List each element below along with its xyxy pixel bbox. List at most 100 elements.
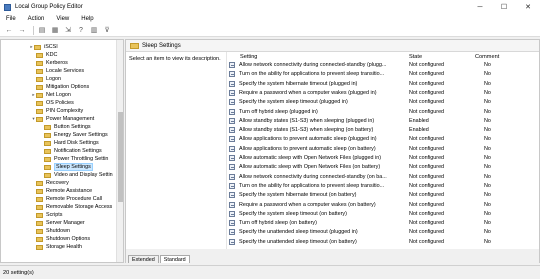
setting-row[interactable]: Specify the system hibernate timeout (on… (227, 191, 537, 199)
back-arrow-icon[interactable]: ← (4, 25, 14, 35)
policy-setting-icon (229, 220, 235, 227)
folder-icon (36, 204, 43, 210)
tree-item[interactable]: Energy Saver Settings (1, 131, 117, 139)
properties-icon[interactable]: ▦ (50, 25, 60, 35)
tree-item[interactable]: Locale Services (1, 67, 117, 75)
setting-name: Allow network connectivity during connec… (239, 62, 387, 68)
tree-item[interactable]: Removable Storage Access (1, 203, 117, 211)
tree-item-label: Net Logon (46, 92, 71, 98)
export-list-icon[interactable]: ⇲ (63, 25, 73, 35)
filter-icon[interactable]: ⊽ (102, 25, 112, 35)
maximize-button[interactable]: ☐ (492, 0, 516, 14)
tree-item[interactable]: Logon (1, 75, 117, 83)
setting-name: Specify the unattended sleep timeout (on… (239, 238, 357, 245)
setting-row[interactable]: Allow applications to prevent automatic … (227, 135, 537, 143)
policy-setting-icon (229, 192, 235, 199)
setting-row[interactable]: Specify the unattended sleep timeout (pl… (227, 228, 537, 236)
tree-item-label: Power Management (46, 116, 95, 122)
menu-view[interactable]: View (56, 16, 69, 22)
tree-item-label: Locale Services (46, 68, 85, 74)
tree-scrollbar-thumb[interactable] (118, 112, 123, 202)
setting-row[interactable]: Turn on the ability for applications to … (227, 70, 537, 78)
policy-setting-icon (229, 145, 235, 152)
show-hide-tree-icon[interactable]: ▤ (37, 25, 47, 35)
tree-item[interactable]: Kerberos (1, 59, 117, 67)
setting-row[interactable]: Specify the unattended sleep timeout (on… (227, 238, 537, 246)
tree-scrollbar[interactable] (116, 40, 123, 262)
forward-arrow-icon[interactable]: → (17, 25, 27, 35)
policy-setting-icon (229, 238, 235, 245)
tree-item-label: Scripts (46, 212, 63, 218)
tree-item-label: Notification Settings (54, 148, 102, 154)
setting-row[interactable]: Specify the system hibernate timeout (pl… (227, 80, 537, 88)
tab-standard[interactable]: Standard (159, 255, 190, 263)
tree-item[interactable]: ▾ Power Management (1, 115, 117, 123)
tree-item[interactable]: Remote Assistance (1, 187, 117, 195)
navigation-tree[interactable]: ▸ iSCSI KDC Kerberos Locale Services Logon Mit… (0, 39, 124, 263)
setting-row[interactable]: Allow applications to prevent automatic … (227, 145, 537, 153)
setting-row[interactable]: Turn on the ability for applications to … (227, 182, 537, 190)
tree-item[interactable]: Sleep Settings (1, 163, 117, 171)
setting-row[interactable]: Allow automatic sleep with Open Network … (227, 163, 537, 171)
tree-item[interactable]: Mitigation Options (1, 83, 117, 91)
setting-comment: No (484, 136, 491, 143)
tree-item[interactable]: Scripts (1, 211, 117, 219)
folder-icon (34, 44, 41, 50)
tree-item[interactable]: Video and Display Settin (1, 171, 117, 179)
tree-item[interactable]: Hard Disk Settings (1, 139, 117, 147)
tree-item[interactable]: ▸ iSCSI (1, 43, 117, 51)
close-button[interactable]: ✕ (516, 0, 540, 14)
tree-item[interactable]: Button Settings (1, 123, 117, 131)
policy-setting-icon (229, 229, 235, 236)
tab-extended[interactable]: Extended (128, 255, 159, 263)
tree-item[interactable]: Shutdown Options (1, 235, 117, 243)
tree-item-label: iSCSI (44, 44, 58, 50)
setting-row[interactable]: Allow automatic sleep with Open Network … (227, 154, 537, 162)
folder-icon (36, 76, 43, 82)
setting-state: Enabled (409, 127, 429, 134)
tree-item[interactable]: Shutdown (1, 227, 117, 235)
setting-state: Not configured (409, 229, 445, 236)
show-hide-action-pane-icon[interactable]: ▥ (89, 25, 99, 35)
setting-row[interactable]: Allow standby states (S1-S3) when sleepi… (227, 126, 537, 134)
setting-comment: No (484, 108, 491, 115)
window-controls: ─ ☐ ✕ (468, 0, 540, 14)
setting-name: Allow automatic sleep with Open Network … (239, 155, 382, 161)
menu-bar: File Action View Help (0, 14, 540, 24)
setting-state: Not configured (409, 182, 445, 189)
tree-item[interactable]: ▸ Net Logon (1, 91, 117, 99)
tree-item-label: Energy Saver Settings (54, 132, 108, 138)
setting-state: Not configured (409, 145, 445, 152)
setting-state: Not configured (409, 210, 445, 217)
setting-row[interactable]: Require a password when a computer wakes… (227, 89, 537, 97)
tree-item[interactable]: PIN Complexity (1, 107, 117, 115)
tree-item[interactable]: Remote Procedure Call (1, 195, 117, 203)
minimize-button[interactable]: ─ (468, 0, 492, 14)
tree-item[interactable]: Recovery (1, 179, 117, 187)
setting-row[interactable]: Allow network connectivity during connec… (227, 173, 537, 181)
setting-name: Specify the system hibernate timeout (on… (239, 192, 357, 199)
menu-file[interactable]: File (6, 16, 16, 22)
setting-comment: No (484, 80, 491, 87)
setting-row[interactable]: Allow network connectivity during connec… (227, 61, 537, 69)
setting-row[interactable]: Specify the system sleep timeout (on bat… (227, 210, 537, 218)
setting-row[interactable]: Allow standby states (S1-S3) when sleepi… (227, 117, 537, 125)
setting-state: Not configured (409, 71, 445, 78)
tree-item[interactable]: Notification Settings (1, 147, 117, 155)
tree-item[interactable]: Storage Health (1, 243, 117, 251)
setting-row[interactable]: Specify the system sleep timeout (plugge… (227, 98, 537, 106)
tree-item[interactable]: Power Throttling Settin (1, 155, 117, 163)
setting-row[interactable]: Turn off hybrid sleep (plugged in) Not co… (227, 108, 537, 116)
folder-icon (36, 212, 43, 218)
setting-state: Not configured (409, 62, 445, 68)
tree-item[interactable]: KDC (1, 51, 117, 59)
menu-action[interactable]: Action (28, 16, 45, 22)
tree-item[interactable]: Server Manager (1, 219, 117, 227)
view-tabs: Extended Standard (126, 255, 539, 263)
help-icon[interactable]: ? (76, 25, 86, 35)
setting-row[interactable]: Require a password when a computer wakes… (227, 201, 537, 209)
folder-icon (44, 132, 51, 138)
menu-help[interactable]: Help (81, 16, 93, 22)
tree-item[interactable]: OS Policies (1, 99, 117, 107)
setting-row[interactable]: Turn off hybrid sleep (on battery) Not co… (227, 219, 537, 227)
